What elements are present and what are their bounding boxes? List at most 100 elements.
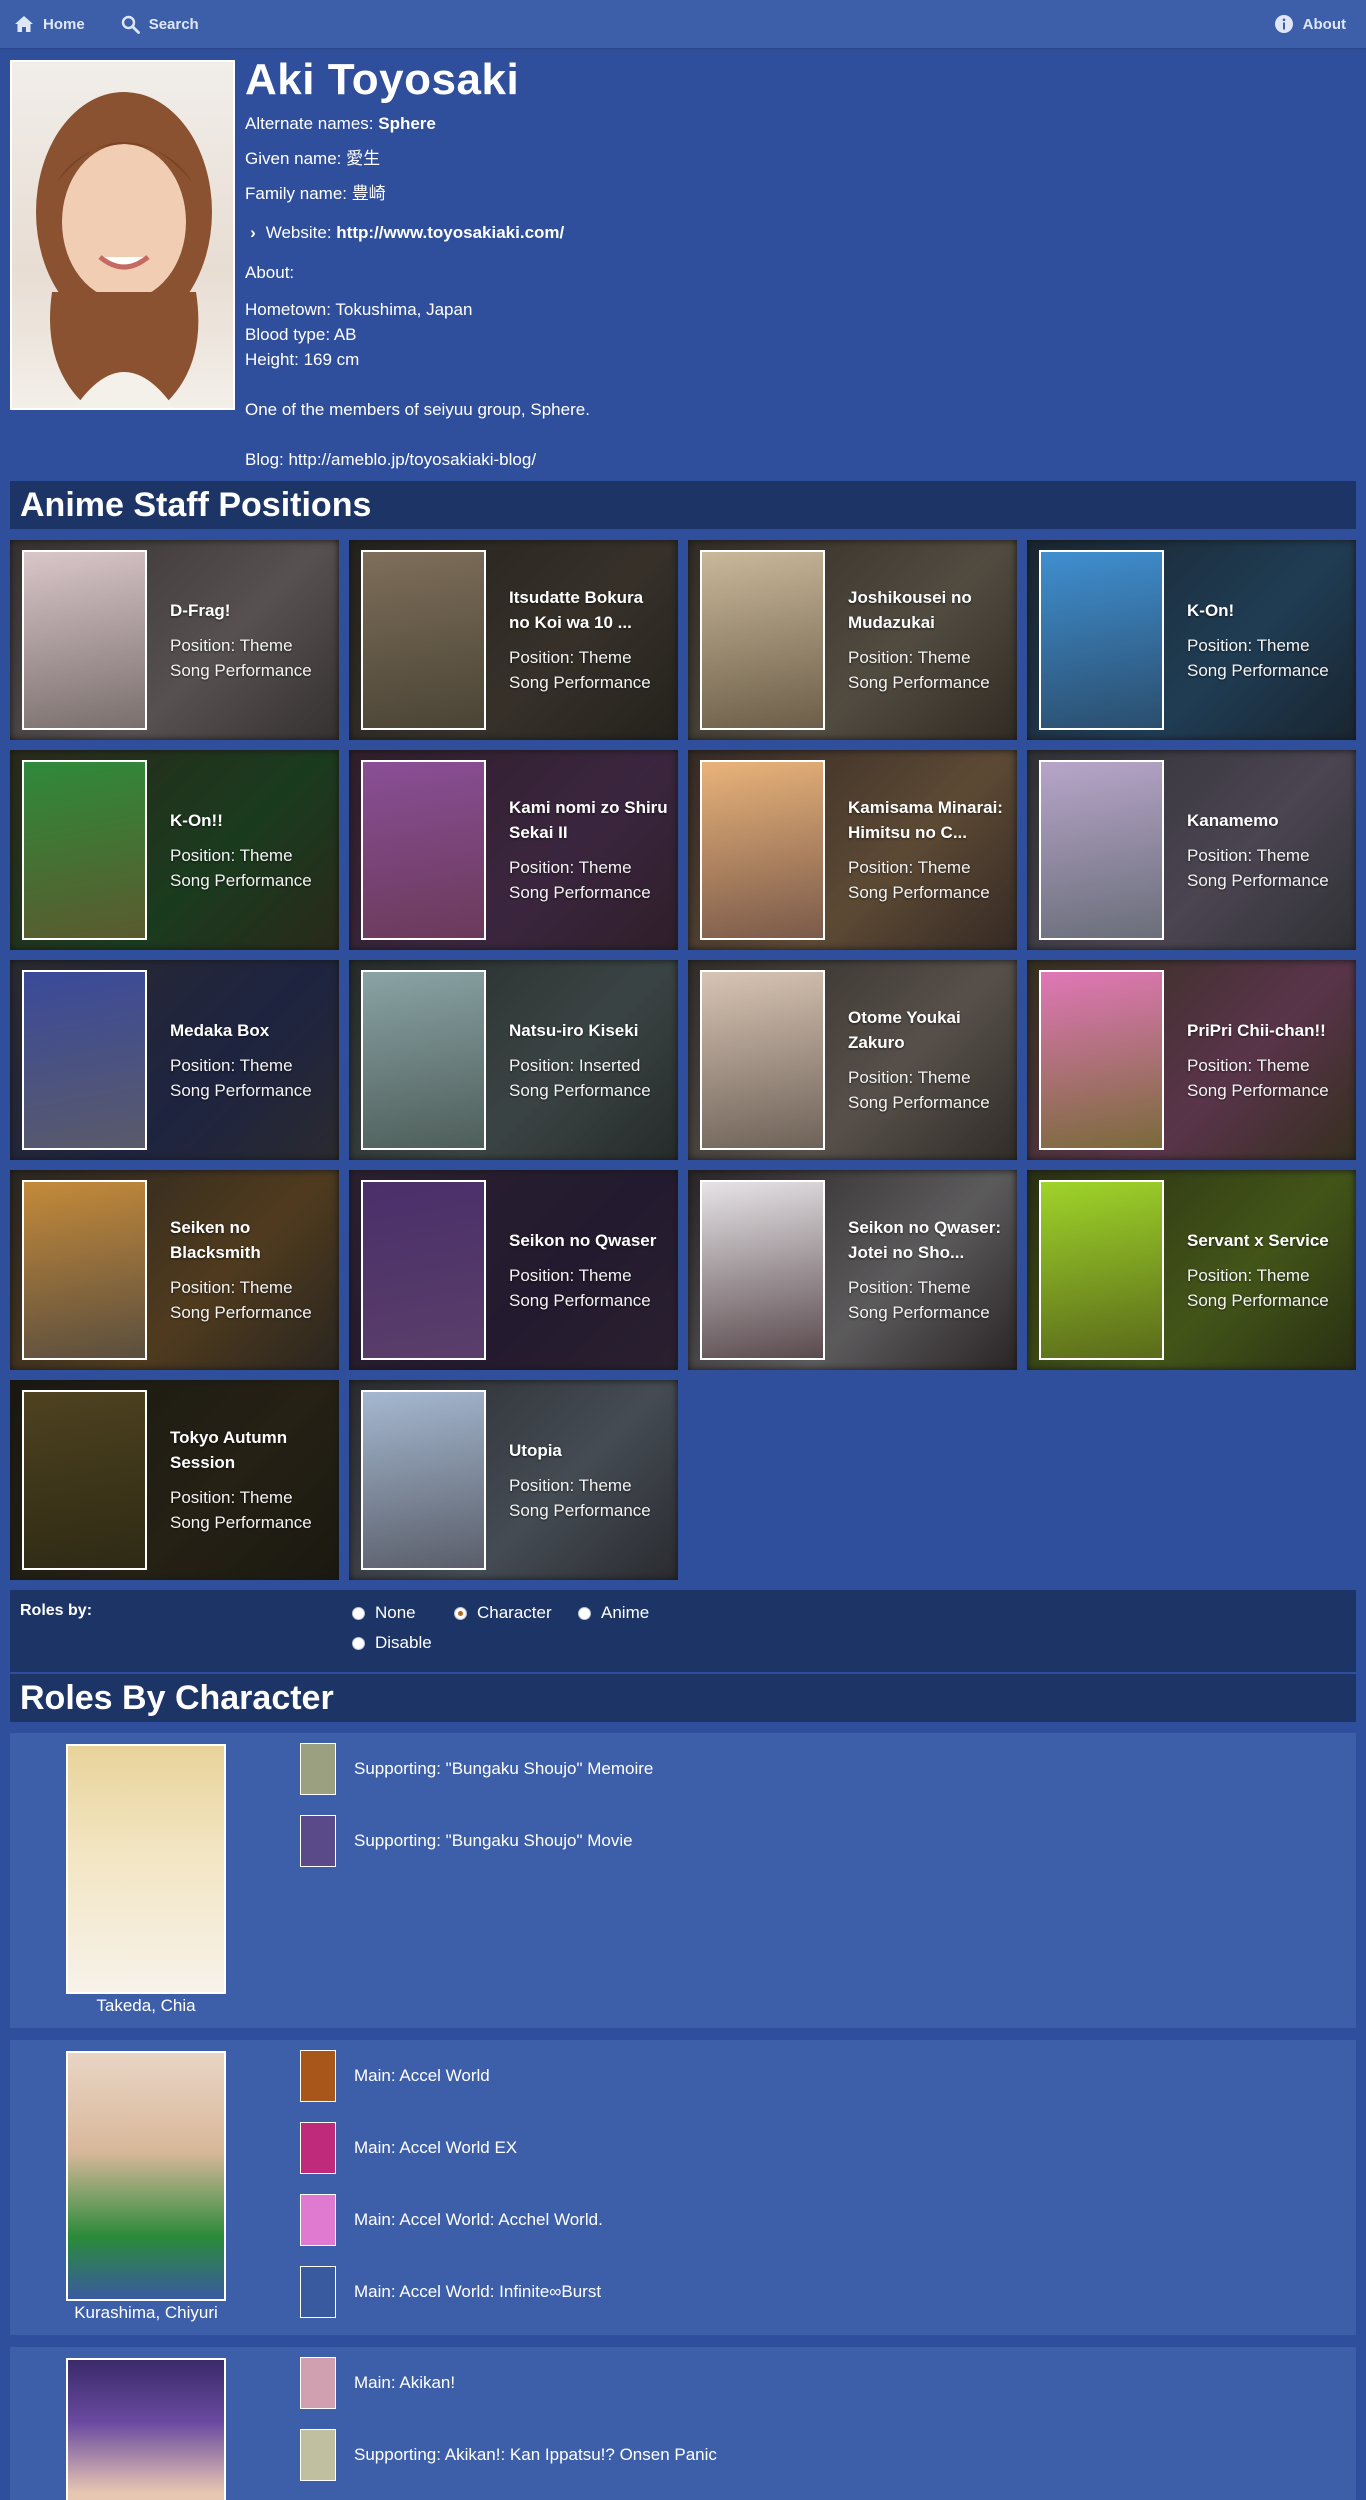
card-cover-image[interactable] [22,760,147,940]
nav-search-link[interactable]: Search [109,0,211,48]
staff-card[interactable]: Natsu-iro Kiseki Position: Inserted Song … [349,960,678,1160]
role-text[interactable]: Supporting: "Bungaku Shoujo" Memoire [354,1759,653,1779]
staff-card[interactable]: Otome Youkai Zakuro Position: Theme Song … [688,960,1017,1160]
staff-card[interactable]: K-On!! Position: Theme Song Performance [10,750,339,950]
card-title[interactable]: Natsu-iro Kiseki [509,1018,668,1043]
role-thumb[interactable] [300,2266,336,2318]
card-title[interactable]: Medaka Box [170,1018,329,1043]
card-cover-image[interactable] [1039,1180,1164,1360]
nav-home-link[interactable]: Home [2,0,97,48]
role-thumb[interactable] [300,2050,336,2102]
card-title[interactable]: Seiken no Blacksmith [170,1215,329,1265]
staff-card[interactable]: K-On! Position: Theme Song Performance [1027,540,1356,740]
radio-disable-dot[interactable] [352,1636,365,1650]
role-text[interactable]: Main: Akikan! [354,2373,455,2393]
staff-card[interactable]: Joshikousei no Mudazukai Position: Theme … [688,540,1017,740]
staff-card[interactable]: Medaka Box Position: Theme Song Performan… [10,960,339,1160]
character-name[interactable]: Takeda, Chia [26,1996,266,2016]
radio-character-dot[interactable] [454,1606,467,1620]
role-row[interactable]: Main: Accel World: Acchel World. [300,2194,603,2246]
card-cover-image[interactable] [1039,760,1164,940]
card-title[interactable]: K-On! [1187,598,1346,623]
character-name[interactable]: Kurashima, Chiyuri [26,2303,266,2323]
radio-disable[interactable]: Disable [352,1633,432,1653]
role-thumb[interactable] [300,2357,336,2409]
card-cover-image[interactable] [700,1180,825,1360]
character-image[interactable] [66,2051,226,2301]
radio-disable-label: Disable [375,1633,432,1652]
card-title[interactable]: Kamisama Minarai: Himitsu no C... [848,795,1007,845]
staff-card[interactable]: Servant x Service Position: Theme Song Pe… [1027,1170,1356,1370]
card-cover-image[interactable] [22,1180,147,1360]
card-cover-image[interactable] [700,760,825,940]
staff-card[interactable]: Seikon no Qwaser Position: Theme Song Per… [349,1170,678,1370]
staff-card[interactable]: Utopia Position: Theme Song Performance [349,1380,678,1580]
card-title[interactable]: Servant x Service [1187,1228,1346,1253]
role-text[interactable]: Main: Accel World: Acchel World. [354,2210,603,2230]
radio-anime[interactable]: Anime [578,1603,649,1623]
role-text[interactable]: Supporting: Akikan!: Kan Ippatsu!? Onsen… [354,2445,717,2465]
card-title[interactable]: K-On!! [170,808,329,833]
card-title[interactable]: D-Frag! [170,598,329,623]
staff-card[interactable]: Itsudatte Bokura no Koi wa 10 ... Positio… [349,540,678,740]
card-cover-image[interactable] [22,550,147,730]
card-title[interactable]: Kami nomi zo Shiru Sekai II [509,795,668,845]
role-row[interactable]: Main: Accel World EX [300,2122,517,2174]
card-title[interactable]: Seikon no Qwaser: Jotei no Sho... [848,1215,1007,1265]
role-thumb[interactable] [300,1743,336,1795]
card-position: Position: Theme Song Performance [1187,1265,1329,1310]
card-cover-image[interactable] [700,970,825,1150]
card-title[interactable]: Joshikousei no Mudazukai [848,585,1007,635]
card-text: Servant x Service Position: Theme Song Pe… [1187,1170,1346,1370]
card-title[interactable]: Utopia [509,1438,668,1463]
family-name: Family name: 豊崎 [245,184,386,204]
nav-about-link[interactable]: About [1262,0,1358,48]
card-title[interactable]: Tokyo Autumn Session [170,1425,329,1475]
role-thumb[interactable] [300,2122,336,2174]
card-title[interactable]: Otome Youkai Zakuro [848,1005,1007,1055]
card-cover-image[interactable] [361,1180,486,1360]
website-link[interactable]: http://www.toyosakiaki.com/ [336,223,564,242]
staff-card[interactable]: D-Frag! Position: Theme Song Performance [10,540,339,740]
card-title[interactable]: Seikon no Qwaser [509,1228,668,1253]
card-text: Tokyo Autumn Session Position: Theme Song… [170,1380,329,1580]
staff-card[interactable]: Kamisama Minarai: Himitsu no C... Positio… [688,750,1017,950]
role-text[interactable]: Main: Accel World [354,2066,490,2086]
role-row[interactable]: Main: Accel World [300,2050,490,2102]
staff-card[interactable]: Tokyo Autumn Session Position: Theme Song… [10,1380,339,1580]
role-row[interactable]: Main: Accel World: Infinite∞Burst [300,2266,601,2318]
role-row[interactable]: Supporting: "Bungaku Shoujo" Memoire [300,1743,653,1795]
role-thumb[interactable] [300,1815,336,1867]
role-row[interactable]: Supporting: Akikan!: Kan Ippatsu!? Onsen… [300,2429,717,2481]
card-cover-image[interactable] [1039,970,1164,1150]
radio-anime-dot[interactable] [578,1606,591,1620]
role-row[interactable]: Main: Akikan! [300,2357,455,2409]
staff-card[interactable]: Seikon no Qwaser: Jotei no Sho... Positio… [688,1170,1017,1370]
radio-none-dot[interactable] [352,1606,365,1620]
card-cover-image[interactable] [1039,550,1164,730]
role-text[interactable]: Main: Accel World: Infinite∞Burst [354,2282,601,2302]
staff-card[interactable]: Kami nomi zo Shiru Sekai II Position: The… [349,750,678,950]
card-cover-image[interactable] [361,550,486,730]
role-row[interactable]: Supporting: "Bungaku Shoujo" Movie [300,1815,633,1867]
role-thumb[interactable] [300,2194,336,2246]
card-cover-image[interactable] [22,970,147,1150]
role-text[interactable]: Supporting: "Bungaku Shoujo" Movie [354,1831,633,1851]
card-cover-image[interactable] [22,1390,147,1570]
staff-card[interactable]: Kanamemo Position: Theme Song Performance [1027,750,1356,950]
card-cover-image[interactable] [361,970,486,1150]
card-cover-image[interactable] [700,550,825,730]
card-title[interactable]: Kanamemo [1187,808,1346,833]
character-image[interactable] [66,1744,226,1994]
radio-character[interactable]: Character [454,1603,552,1623]
radio-none[interactable]: None [352,1603,416,1623]
card-title[interactable]: PriPri Chii-chan!! [1187,1018,1346,1043]
role-thumb[interactable] [300,2429,336,2481]
staff-card[interactable]: PriPri Chii-chan!! Position: Theme Song P… [1027,960,1356,1160]
staff-card[interactable]: Seiken no Blacksmith Position: Theme Song… [10,1170,339,1370]
card-cover-image[interactable] [361,1390,486,1570]
role-text[interactable]: Main: Accel World EX [354,2138,517,2158]
card-title[interactable]: Itsudatte Bokura no Koi wa 10 ... [509,585,668,635]
card-cover-image[interactable] [361,760,486,940]
character-image[interactable] [66,2358,226,2500]
